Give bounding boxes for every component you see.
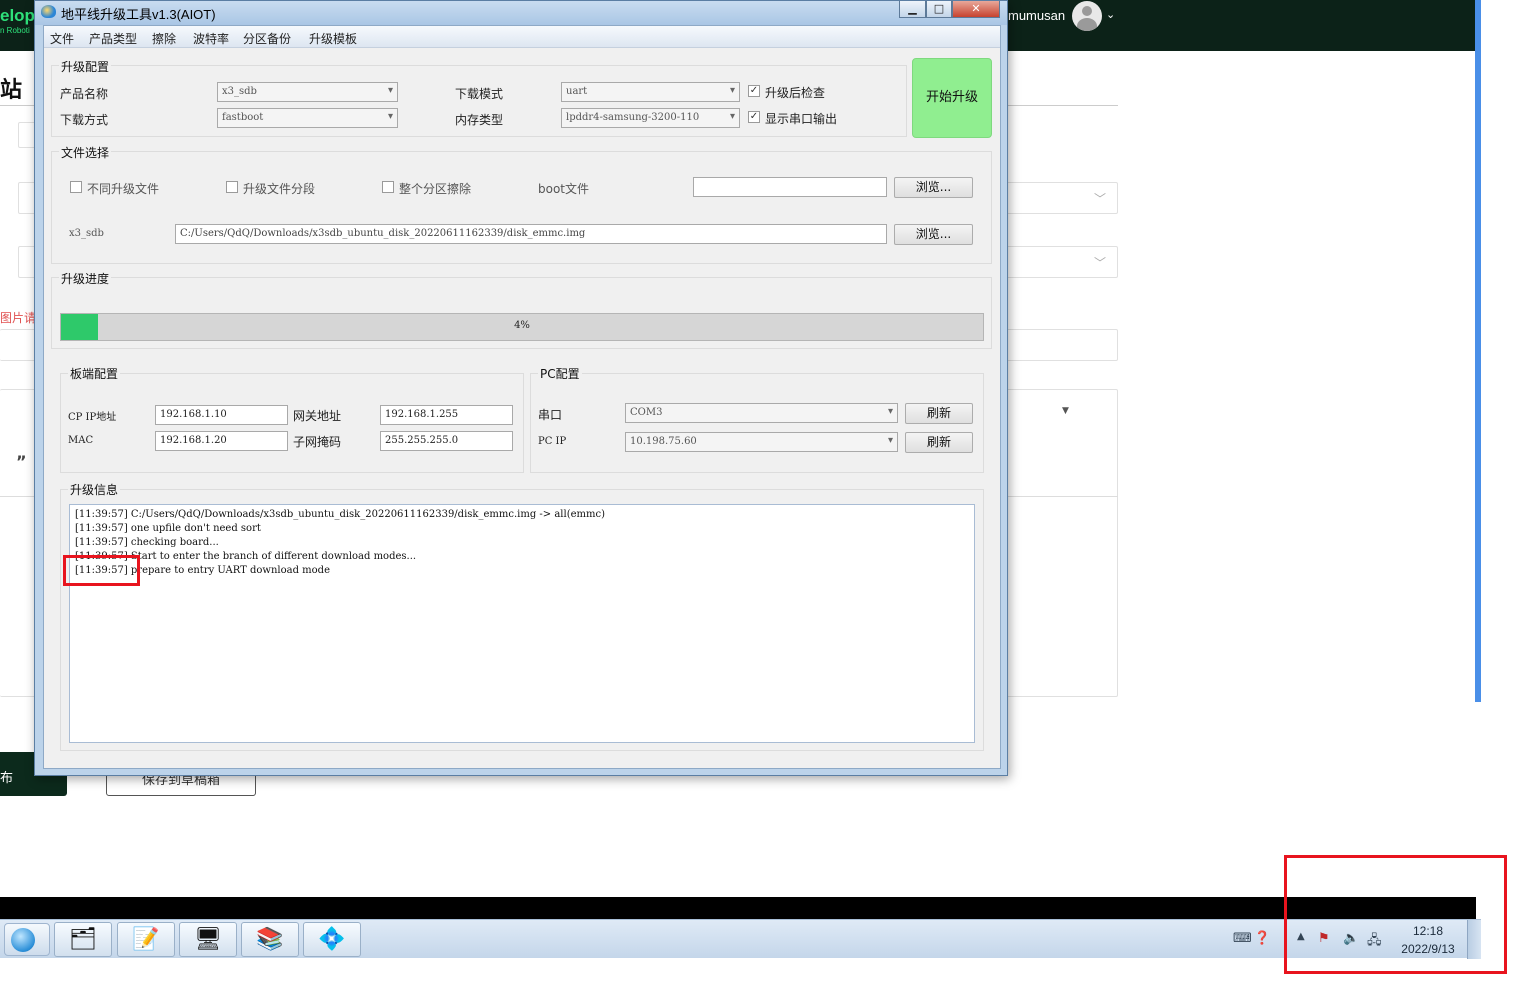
upgrade-progress-bar: 4% — [60, 313, 984, 341]
upgrade-tool-taskbar-icon[interactable]: 💠 — [303, 922, 361, 957]
site-logo[interactable]: elop — [0, 6, 35, 26]
check-after-label: 升级后检查 — [765, 86, 826, 100]
window-scrollbar[interactable] — [993, 194, 1001, 354]
app-icon — [41, 5, 56, 18]
page-scrollbar[interactable] — [1475, 0, 1481, 702]
help-icon[interactable]: ❓ — [1254, 931, 1270, 946]
notepad-icon[interactable]: 📝 — [117, 922, 175, 957]
memory-type-select[interactable]: lpddr4-samsung-3200-110 — [561, 108, 740, 128]
menu-product-type[interactable]: 产品类型 — [89, 30, 137, 47]
network-computer-icon[interactable]: 🖥 — [179, 922, 237, 957]
split-file-label: 升级文件分段 — [243, 182, 316, 196]
image-path-input[interactable]: C:/Users/QdQ/Downloads/x3sdb_ubuntu_disk… — [175, 224, 887, 244]
mac-input[interactable]: 192.168.1.20 — [155, 431, 288, 451]
cp-ip-input[interactable]: 192.168.1.10 — [155, 405, 288, 425]
log-line: [11:39:57] one upfile don't need sort — [75, 523, 261, 534]
file-select-title: 文件选择 — [59, 144, 112, 161]
download-method-label: 下载方式 — [60, 113, 109, 127]
download-mode-label: 下载模式 — [455, 87, 504, 101]
image-label: x3_sdb — [69, 228, 104, 239]
close-button[interactable]: ✕ — [952, 1, 1000, 18]
refresh-serial-button[interactable]: 刷新 — [905, 403, 973, 424]
window-client-area: 文件 产品类型 擦除 波特率 分区备份 升级模板 升级配置 产品名称 x3_sd… — [43, 25, 1001, 769]
taskbar: 🗂 📝 🖥 📚 💠 ⌨ ❓ ▲ ⚑ 🔈 🖧 12:18 2022/9/13 — [0, 919, 1481, 959]
boot-file-input[interactable] — [693, 177, 887, 197]
product-name-label: 产品名称 — [60, 87, 109, 101]
menu-baud-rate[interactable]: 波特率 — [193, 30, 229, 47]
upgrade-config-title: 升级配置 — [59, 58, 112, 75]
start-upgrade-button[interactable]: 开始升级 — [912, 58, 992, 138]
annotation-highlight — [63, 555, 140, 586]
gateway-label: 网关地址 — [293, 409, 342, 423]
window-title: 地平线升级工具v1.3(AIOT) — [61, 7, 216, 22]
quote-icon[interactable]: ” — [16, 452, 27, 471]
refresh-pc-ip-button[interactable]: 刷新 — [905, 432, 973, 453]
board-config-title: 板端配置 — [68, 365, 121, 382]
start-button[interactable] — [4, 923, 50, 956]
username[interactable]: mumusan — [1008, 8, 1065, 23]
minimize-button[interactable]: ▁ — [899, 1, 926, 18]
different-files-label: 不同升级文件 — [87, 182, 160, 196]
mac-label: MAC — [68, 435, 94, 446]
product-name-select[interactable]: x3_sdb — [217, 82, 398, 102]
download-method-select[interactable]: fastboot — [217, 108, 398, 128]
pc-config-title: PC配置 — [538, 365, 582, 382]
show-serial-checkbox[interactable]: ✓ — [748, 111, 760, 123]
upgrade-info-title: 升级信息 — [68, 481, 121, 498]
serial-port-select[interactable]: COM3 — [625, 403, 898, 423]
chevron-down-icon: ﹀ — [1094, 192, 1107, 206]
caret-down-icon[interactable]: ▼ — [1062, 406, 1069, 416]
file-select-group — [51, 151, 992, 264]
winrar-icon[interactable]: 📚 — [241, 922, 299, 957]
file-explorer-icon[interactable]: 🗂 — [54, 922, 112, 957]
avatar[interactable] — [1072, 1, 1102, 31]
log-line: [11:39:57] checking board... — [75, 537, 219, 548]
split-file-checkbox[interactable] — [226, 181, 238, 193]
menu-upgrade-template[interactable]: 升级模板 — [309, 30, 357, 47]
pc-ip-select[interactable]: 10.198.75.60 — [625, 432, 898, 452]
show-serial-label: 显示串口输出 — [765, 112, 838, 126]
memory-type-label: 内存类型 — [455, 113, 504, 127]
black-strip — [0, 897, 1476, 919]
netmask-input[interactable]: 255.255.255.0 — [380, 431, 513, 451]
browse-boot-button[interactable]: 浏览... — [894, 177, 973, 198]
windows-orb-icon — [11, 928, 35, 952]
keyboard-icon[interactable]: ⌨ — [1233, 931, 1252, 946]
erase-all-checkbox[interactable] — [382, 181, 394, 193]
annotation-highlight — [1284, 855, 1507, 974]
maximize-button[interactable]: □ — [926, 1, 952, 18]
menu-file[interactable]: 文件 — [50, 30, 74, 47]
upload-hint: 图片请 — [0, 311, 37, 325]
erase-all-label: 整个分区擦除 — [399, 182, 472, 196]
window-titlebar[interactable]: 地平线升级工具v1.3(AIOT) ▁ □ ✕ — [35, 1, 1007, 25]
menu-erase[interactable]: 擦除 — [152, 30, 176, 47]
chevron-down-icon[interactable]: ⌄ — [1106, 8, 1115, 21]
upgrade-log[interactable]: [11:39:57] C:/Users/QdQ/Downloads/x3sdb_… — [69, 504, 975, 743]
gateway-input[interactable]: 192.168.1.255 — [380, 405, 513, 425]
download-mode-select[interactable]: uart — [561, 82, 740, 102]
site-logo-subtitle: n Roboti — [0, 26, 30, 35]
upgrade-tool-window: 地平线升级工具v1.3(AIOT) ▁ □ ✕ 文件 产品类型 擦除 波特率 分… — [34, 0, 1008, 776]
menu-bar: 文件 产品类型 擦除 波特率 分区备份 升级模板 — [44, 26, 1000, 48]
serial-port-label: 串口 — [538, 408, 563, 422]
netmask-label: 子网掩码 — [293, 435, 342, 449]
chevron-down-icon: ﹀ — [1094, 256, 1107, 270]
progress-percent-text: 4% — [514, 320, 530, 331]
cp-ip-label-text: CP IP地址 — [68, 412, 117, 423]
menu-partition-backup[interactable]: 分区备份 — [243, 30, 291, 47]
browse-image-button[interactable]: 浏览... — [894, 224, 973, 245]
boot-file-label: boot文件 — [538, 182, 590, 196]
different-files-checkbox[interactable] — [70, 181, 82, 193]
pc-ip-label: PC IP — [538, 436, 567, 447]
log-line: [11:39:57] C:/Users/QdQ/Downloads/x3sdb_… — [75, 509, 605, 520]
check-after-checkbox[interactable]: ✓ — [748, 85, 760, 97]
page-title: 站 — [0, 77, 23, 102]
progress-title: 升级进度 — [59, 270, 112, 287]
cp-ip-label: CP IP地址 — [68, 408, 116, 423]
